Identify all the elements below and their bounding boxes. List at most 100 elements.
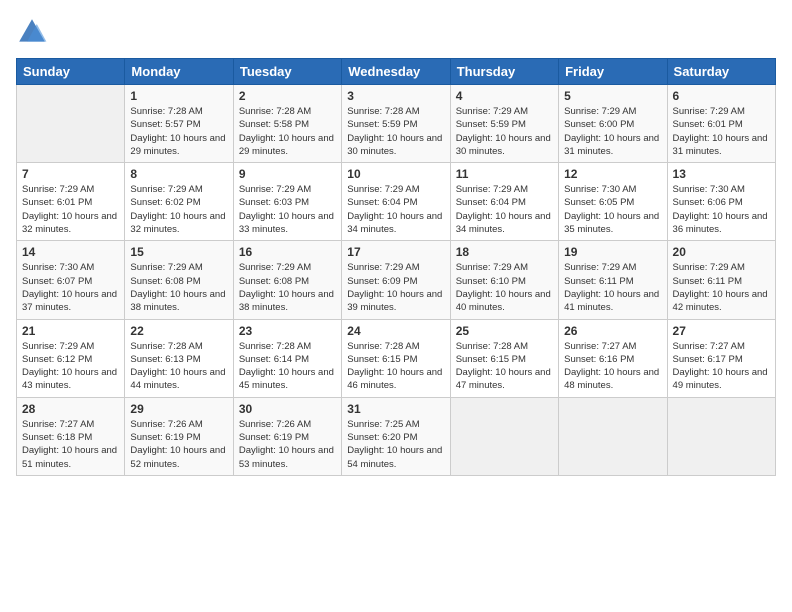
day-info: Sunrise: 7:26 AMSunset: 6:19 PMDaylight:… [130, 418, 227, 471]
calendar-cell: 24Sunrise: 7:28 AMSunset: 6:15 PMDayligh… [342, 319, 450, 397]
day-info: Sunrise: 7:29 AMSunset: 6:11 PMDaylight:… [673, 261, 770, 314]
calendar-cell: 16Sunrise: 7:29 AMSunset: 6:08 PMDayligh… [233, 241, 341, 319]
calendar-cell: 13 Sunrise: 7:30 AMSunset: 6:06 PMDayligh… [667, 163, 775, 241]
weekday-header-monday: Monday [125, 59, 233, 85]
day-number: 5 [564, 89, 661, 103]
day-number: 9 [239, 167, 336, 181]
day-number: 12 [564, 167, 661, 181]
weekday-header-sunday: Sunday [17, 59, 125, 85]
calendar-cell: 5Sunrise: 7:29 AMSunset: 6:00 PMDaylight… [559, 85, 667, 163]
calendar-cell: 1Sunrise: 7:28 AMSunset: 5:57 PMDaylight… [125, 85, 233, 163]
logo-icon [16, 16, 48, 48]
calendar-cell: 2 Sunrise: 7:28 AMSunset: 5:58 PMDaylight… [233, 85, 341, 163]
day-number: 1 [130, 89, 227, 103]
day-number: 30 [239, 402, 336, 416]
day-number: 4 [456, 89, 553, 103]
day-number: 15 [130, 245, 227, 259]
day-number: 25 [456, 324, 553, 338]
day-info: Sunrise: 7:29 AMSunset: 6:01 PMDaylight:… [673, 105, 770, 158]
calendar-cell: 6 Sunrise: 7:29 AMSunset: 6:01 PMDaylight… [667, 85, 775, 163]
day-number: 16 [239, 245, 336, 259]
calendar-cell: 27 Sunrise: 7:27 AMSunset: 6:17 PMDayligh… [667, 319, 775, 397]
day-number: 20 [673, 245, 770, 259]
calendar-cell: 28 Sunrise: 7:27 AMSunset: 6:18 PMDayligh… [17, 397, 125, 475]
calendar-week-row: 14 Sunrise: 7:30 AMSunset: 6:07 PMDayligh… [17, 241, 776, 319]
weekday-header-friday: Friday [559, 59, 667, 85]
logo [16, 16, 52, 48]
calendar-cell: 14 Sunrise: 7:30 AMSunset: 6:07 PMDayligh… [17, 241, 125, 319]
calendar-cell [559, 397, 667, 475]
calendar-cell: 3 Sunrise: 7:28 AMSunset: 5:59 PMDaylight… [342, 85, 450, 163]
calendar-cell [17, 85, 125, 163]
day-info: Sunrise: 7:27 AMSunset: 6:17 PMDaylight:… [673, 340, 770, 393]
calendar-week-row: 7Sunrise: 7:29 AMSunset: 6:01 PMDaylight… [17, 163, 776, 241]
calendar-cell: 25 Sunrise: 7:28 AMSunset: 6:15 PMDayligh… [450, 319, 558, 397]
day-info: Sunrise: 7:29 AMSunset: 6:04 PMDaylight:… [347, 183, 444, 236]
calendar-cell: 26 Sunrise: 7:27 AMSunset: 6:16 PMDayligh… [559, 319, 667, 397]
day-number: 31 [347, 402, 444, 416]
day-number: 13 [673, 167, 770, 181]
day-number: 2 [239, 89, 336, 103]
day-info: Sunrise: 7:29 AMSunset: 6:03 PMDaylight:… [239, 183, 336, 236]
calendar-week-row: 1Sunrise: 7:28 AMSunset: 5:57 PMDaylight… [17, 85, 776, 163]
calendar-cell: 11 Sunrise: 7:29 AMSunset: 6:04 PMDayligh… [450, 163, 558, 241]
day-info: Sunrise: 7:29 AMSunset: 5:59 PMDaylight:… [456, 105, 553, 158]
day-info: Sunrise: 7:27 AMSunset: 6:16 PMDaylight:… [564, 340, 661, 393]
day-info: Sunrise: 7:28 AMSunset: 6:15 PMDaylight:… [456, 340, 553, 393]
calendar-table: SundayMondayTuesdayWednesdayThursdayFrid… [16, 58, 776, 476]
day-info: Sunrise: 7:26 AMSunset: 6:19 PMDaylight:… [239, 418, 336, 471]
day-number: 26 [564, 324, 661, 338]
weekday-header-wednesday: Wednesday [342, 59, 450, 85]
day-info: Sunrise: 7:30 AMSunset: 6:07 PMDaylight:… [22, 261, 119, 314]
day-number: 28 [22, 402, 119, 416]
day-info: Sunrise: 7:30 AMSunset: 6:06 PMDaylight:… [673, 183, 770, 236]
calendar-cell: 22 Sunrise: 7:28 AMSunset: 6:13 PMDayligh… [125, 319, 233, 397]
calendar-cell: 12 Sunrise: 7:30 AMSunset: 6:05 PMDayligh… [559, 163, 667, 241]
calendar-cell: 19Sunrise: 7:29 AMSunset: 6:11 PMDayligh… [559, 241, 667, 319]
weekday-header-thursday: Thursday [450, 59, 558, 85]
day-info: Sunrise: 7:29 AMSunset: 6:02 PMDaylight:… [130, 183, 227, 236]
calendar-cell [667, 397, 775, 475]
day-info: Sunrise: 7:29 AMSunset: 6:01 PMDaylight:… [22, 183, 119, 236]
day-number: 14 [22, 245, 119, 259]
day-info: Sunrise: 7:27 AMSunset: 6:18 PMDaylight:… [22, 418, 119, 471]
day-number: 6 [673, 89, 770, 103]
day-info: Sunrise: 7:28 AMSunset: 5:58 PMDaylight:… [239, 105, 336, 158]
calendar-week-row: 21 Sunrise: 7:29 AMSunset: 6:12 PMDayligh… [17, 319, 776, 397]
weekday-header-tuesday: Tuesday [233, 59, 341, 85]
calendar-cell: 21 Sunrise: 7:29 AMSunset: 6:12 PMDayligh… [17, 319, 125, 397]
day-info: Sunrise: 7:29 AMSunset: 6:04 PMDaylight:… [456, 183, 553, 236]
calendar-cell: 23 Sunrise: 7:28 AMSunset: 6:14 PMDayligh… [233, 319, 341, 397]
day-number: 3 [347, 89, 444, 103]
day-info: Sunrise: 7:30 AMSunset: 6:05 PMDaylight:… [564, 183, 661, 236]
calendar-cell: 31 Sunrise: 7:25 AMSunset: 6:20 PMDayligh… [342, 397, 450, 475]
calendar-cell: 15 Sunrise: 7:29 AMSunset: 6:08 PMDayligh… [125, 241, 233, 319]
day-info: Sunrise: 7:29 AMSunset: 6:08 PMDaylight:… [130, 261, 227, 314]
calendar-cell: 29 Sunrise: 7:26 AMSunset: 6:19 PMDayligh… [125, 397, 233, 475]
day-number: 22 [130, 324, 227, 338]
day-number: 29 [130, 402, 227, 416]
calendar-cell: 4 Sunrise: 7:29 AMSunset: 5:59 PMDaylight… [450, 85, 558, 163]
day-number: 17 [347, 245, 444, 259]
calendar-cell: 18Sunrise: 7:29 AMSunset: 6:10 PMDayligh… [450, 241, 558, 319]
day-info: Sunrise: 7:28 AMSunset: 6:15 PMDaylight:… [347, 340, 444, 393]
calendar-cell: 30 Sunrise: 7:26 AMSunset: 6:19 PMDayligh… [233, 397, 341, 475]
day-number: 18 [456, 245, 553, 259]
calendar-cell: 8Sunrise: 7:29 AMSunset: 6:02 PMDaylight… [125, 163, 233, 241]
calendar-cell: 17 Sunrise: 7:29 AMSunset: 6:09 PMDayligh… [342, 241, 450, 319]
day-info: Sunrise: 7:29 AMSunset: 6:09 PMDaylight:… [347, 261, 444, 314]
day-number: 19 [564, 245, 661, 259]
day-info: Sunrise: 7:28 AMSunset: 5:59 PMDaylight:… [347, 105, 444, 158]
day-info: Sunrise: 7:28 AMSunset: 6:14 PMDaylight:… [239, 340, 336, 393]
day-number: 11 [456, 167, 553, 181]
day-info: Sunrise: 7:29 AMSunset: 6:12 PMDaylight:… [22, 340, 119, 393]
calendar-cell: 7Sunrise: 7:29 AMSunset: 6:01 PMDaylight… [17, 163, 125, 241]
calendar-week-row: 28 Sunrise: 7:27 AMSunset: 6:18 PMDayligh… [17, 397, 776, 475]
weekday-header-saturday: Saturday [667, 59, 775, 85]
day-number: 21 [22, 324, 119, 338]
day-number: 23 [239, 324, 336, 338]
day-info: Sunrise: 7:25 AMSunset: 6:20 PMDaylight:… [347, 418, 444, 471]
calendar-cell: 9 Sunrise: 7:29 AMSunset: 6:03 PMDaylight… [233, 163, 341, 241]
day-number: 27 [673, 324, 770, 338]
day-info: Sunrise: 7:28 AMSunset: 6:13 PMDaylight:… [130, 340, 227, 393]
